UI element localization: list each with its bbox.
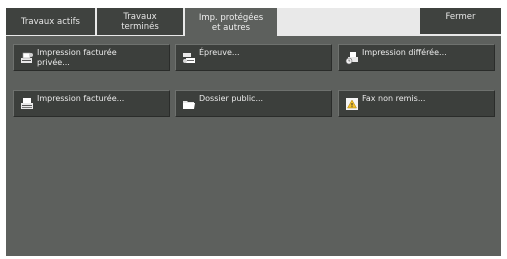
tab-bar: Travaux actifs Travaux terminés Imp. pro… bbox=[6, 8, 501, 38]
close-label: Fermer bbox=[445, 12, 476, 22]
tab-secure-and-other[interactable]: Imp. protégées et autres bbox=[185, 8, 277, 38]
folder-icon bbox=[183, 101, 195, 109]
delayed-print-button[interactable]: Impression différée... bbox=[338, 44, 495, 71]
tab-completed-jobs[interactable]: Travaux terminés bbox=[97, 8, 183, 35]
billed-print-button[interactable]: Impression facturée... bbox=[13, 90, 170, 117]
warning-icon bbox=[346, 98, 358, 110]
undelivered-fax-button[interactable]: Fax non remis... bbox=[338, 90, 495, 117]
private-billed-print-button[interactable]: Impression facturée privée... bbox=[13, 44, 170, 71]
tab-label: Travaux terminés bbox=[121, 11, 159, 32]
button-label: Impression facturée privée... bbox=[37, 48, 117, 67]
button-label: Fax non remis... bbox=[362, 94, 426, 103]
button-label: Dossier public... bbox=[199, 94, 264, 103]
private-print-icon bbox=[21, 52, 33, 63]
close-button[interactable]: Fermer bbox=[420, 8, 501, 34]
button-label: Impression facturée... bbox=[37, 94, 125, 103]
job-status-screen: Travaux actifs Travaux terminés Imp. pro… bbox=[6, 8, 501, 256]
button-label: Épreuve... bbox=[199, 48, 240, 57]
tab-label: Travaux actifs bbox=[20, 16, 80, 27]
tab-label: Imp. protégées et autres bbox=[198, 13, 264, 33]
proof-print-button[interactable]: Épreuve... bbox=[175, 44, 332, 71]
public-folder-button[interactable]: Dossier public... bbox=[175, 90, 332, 117]
proof-icon bbox=[183, 53, 195, 63]
delayed-print-icon bbox=[345, 52, 358, 65]
billed-print-icon bbox=[21, 98, 33, 109]
button-label: Impression différée... bbox=[362, 48, 447, 57]
tab-active-jobs[interactable]: Travaux actifs bbox=[6, 8, 95, 35]
